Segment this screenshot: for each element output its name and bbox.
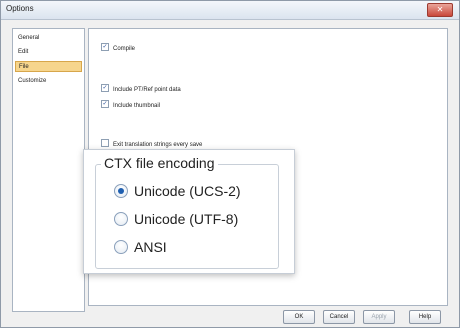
ok-button[interactable]: OK: [283, 310, 315, 324]
options-window: Options ✕ General Edit File Customize ✓ C…: [0, 0, 460, 328]
include-thumbnail-label: Include thumbnail: [113, 103, 161, 109]
exit-translation-label: Exit translation strings every save: [113, 142, 203, 148]
include-pts-checkbox[interactable]: ✓: [101, 84, 109, 93]
sidebar-item-label: General: [18, 35, 40, 41]
apply-button[interactable]: Apply: [363, 310, 395, 324]
ucs2-label: Unicode (UCS-2): [134, 183, 241, 199]
sidebar-item-label: File: [19, 64, 29, 70]
window-title: Options: [6, 4, 34, 13]
sidebar-item-file[interactable]: File: [15, 61, 82, 72]
encoding-zoom-callout: CTX file encoding Unicode (UCS-2) Unicod…: [83, 149, 295, 274]
encoding-option-ansi[interactable]: ANSI: [114, 237, 167, 257]
utf8-radio[interactable]: [114, 212, 128, 227]
encoding-option-utf8[interactable]: Unicode (UTF-8): [114, 209, 238, 229]
cancel-button[interactable]: Cancel: [323, 310, 355, 324]
close-button[interactable]: ✕: [427, 3, 453, 17]
compile-label: Compile: [113, 46, 136, 52]
sidebar-item-label: Edit: [18, 49, 29, 55]
encoding-option-ucs2[interactable]: Unicode (UCS-2): [114, 181, 241, 201]
ctx-encoding-label: CTX file encoding: [101, 155, 218, 171]
ansi-radio[interactable]: [114, 240, 128, 255]
ansi-label: ANSI: [134, 239, 167, 255]
sidebar-item-general[interactable]: General: [15, 33, 82, 44]
compile-option[interactable]: ✓ Compile: [101, 43, 136, 54]
sidebar-item-edit[interactable]: Edit: [15, 47, 82, 58]
include-pts-option[interactable]: ✓ Include PT/Ref point data: [101, 84, 181, 95]
compile-checkbox[interactable]: ✓: [101, 43, 109, 52]
close-icon: ✕: [436, 5, 444, 14]
include-pts-label: Include PT/Ref point data: [113, 87, 181, 93]
sidebar-item-customize[interactable]: Customize: [15, 76, 82, 87]
include-thumbnail-option[interactable]: ✓ Include thumbnail: [101, 100, 161, 111]
title-bar: Options ✕: [1, 1, 459, 20]
exit-translation-checkbox[interactable]: [101, 139, 109, 148]
utf8-label: Unicode (UTF-8): [134, 211, 239, 227]
help-button[interactable]: Help: [409, 310, 441, 324]
ucs2-radio[interactable]: [114, 184, 128, 199]
include-thumbnail-checkbox[interactable]: ✓: [101, 100, 109, 109]
ctx-encoding-group: CTX file encoding Unicode (UCS-2) Unicod…: [95, 155, 279, 269]
options-sidebar: General Edit File Customize: [12, 28, 85, 312]
sidebar-item-label: Customize: [18, 78, 47, 84]
